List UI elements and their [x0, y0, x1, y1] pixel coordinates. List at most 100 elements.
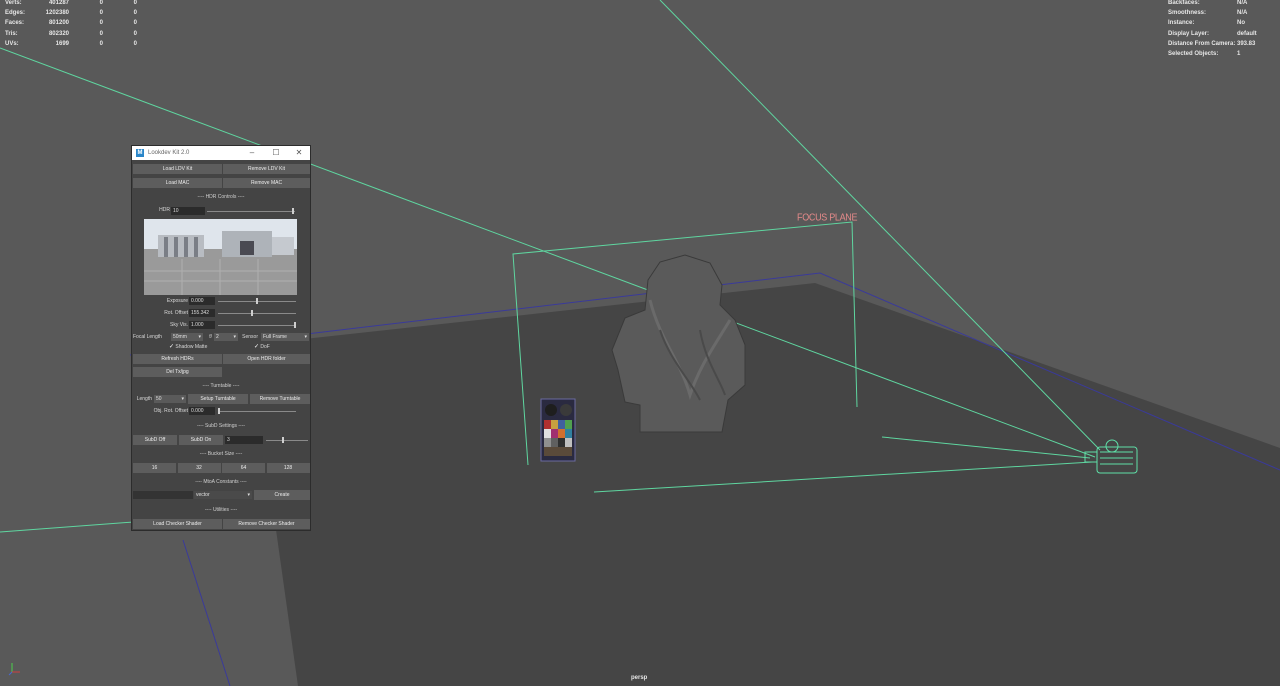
hud-stat-label: Verts:: [5, 0, 22, 6]
hud-stat-v1: 802320: [48, 30, 69, 37]
minimize-icon[interactable]: –: [240, 146, 264, 160]
exposure-slider-handle[interactable]: [256, 298, 258, 304]
checkmark-icon: ✓: [254, 344, 260, 350]
subd-settings-heading: ---- SubD Settings ----: [196, 423, 246, 429]
hud-detail-row: Display Layer: default: [1168, 29, 1273, 39]
hud-detail-val: 393.83: [1237, 40, 1256, 47]
hud-stat-row: Edges: 1202380 0 0: [5, 8, 137, 18]
chevron-down-icon: ▾: [304, 334, 307, 340]
obj-rot-offset-slider-handle[interactable]: [218, 408, 220, 414]
shadow-matte-checkbox[interactable]: ✓ Shadow Matte: [169, 344, 207, 350]
hdr-slider-handle[interactable]: [292, 208, 294, 214]
sky-vis-slider-handle[interactable]: [294, 322, 296, 328]
create-constant-button[interactable]: Create: [254, 490, 310, 500]
hud-detail-label: Smoothness:: [1168, 10, 1207, 17]
sky-vis-slider-track[interactable]: [218, 325, 296, 326]
length-label: Length: [136, 396, 152, 402]
bucket-size-button-64[interactable]: 64: [222, 463, 265, 473]
fstop-value: 2: [216, 334, 219, 340]
subd-level-field[interactable]: 3: [225, 436, 263, 444]
checkmark-icon: ✓: [169, 344, 175, 350]
hud-stat-label: Faces:: [5, 20, 25, 27]
remove-turntable-button[interactable]: Remove Turntable: [250, 394, 310, 404]
maya-logo-icon: M: [136, 149, 144, 157]
hud-stat-v1: 401287: [48, 0, 69, 6]
hud-detail-val: default: [1237, 30, 1257, 37]
mtoa-constant-name-field[interactable]: [133, 491, 193, 499]
subd-level-slider-track[interactable]: [266, 440, 308, 441]
hud-stat-v2: 0: [99, 20, 103, 27]
bucket-size-button-32[interactable]: 32: [177, 463, 221, 473]
fstop-dropdown[interactable]: 2 ▾: [214, 333, 238, 341]
hud-detail-label: Backfaces:: [1168, 0, 1200, 6]
remove-ldv-kit-button[interactable]: Remove LDV Kit: [223, 164, 310, 174]
rot-offset-slider-track[interactable]: [218, 313, 296, 314]
rot-offset-slider-handle[interactable]: [250, 310, 253, 316]
hdr-field[interactable]: 10: [171, 207, 205, 215]
lookdev-kit-window: M Lookdev Kit 2.0 – ☐ ✕ Load LDV Kit Rem…: [131, 145, 311, 531]
focus-plane-label: FOCUS PLANE: [797, 211, 858, 223]
close-icon[interactable]: ✕: [287, 146, 311, 160]
hud-stat-v3: 0: [133, 40, 137, 47]
sensor-label: Sensor: [242, 334, 258, 340]
remove-mac-button[interactable]: Remove MAC: [223, 178, 310, 188]
hud-stat-row: Verts: 401287 0 0: [5, 0, 137, 8]
hud-stat-v3: 0: [133, 30, 137, 37]
bucket-size-button-16[interactable]: 16: [133, 463, 176, 473]
focal-length-dropdown[interactable]: 50mm ▾: [171, 333, 203, 341]
chevron-down-icon: ▾: [181, 396, 184, 402]
hud-stat-v1: 1202380: [45, 10, 69, 17]
hud-stat-row: Faces: 801200 0 0: [5, 18, 137, 28]
subd-level-slider-handle[interactable]: [282, 437, 284, 443]
rot-offset-label: Rot. Offset: [164, 310, 188, 316]
load-ldv-kit-button[interactable]: Load LDV Kit: [133, 164, 222, 174]
rot-offset-field[interactable]: 155.342: [189, 309, 215, 317]
hud-detail-row: Selected Objects: 1: [1168, 49, 1273, 59]
dof-checkbox[interactable]: ✓ DoF: [254, 344, 270, 350]
window-titlebar[interactable]: M Lookdev Kit 2.0 – ☐ ✕: [132, 146, 310, 160]
focal-length-label: Focal Length: [133, 334, 162, 340]
hud-detail-label: Distance From Camera:: [1168, 40, 1236, 47]
del-tx-jpg-button[interactable]: Del Tx/jpg: [133, 367, 222, 377]
hud-stat-v2: 0: [99, 10, 103, 17]
bucket-size-heading: ---- Bucket Size ----: [199, 451, 243, 457]
hud-detail-val: 1: [1237, 51, 1241, 58]
ground-plane: [250, 283, 1280, 686]
hdr-controls-heading: ---- HDR Controls ----: [197, 194, 245, 200]
hud-detail-row: Distance From Camera: 393.83: [1168, 39, 1273, 49]
color-checker-chart: [540, 398, 576, 462]
obj-rot-offset-slider-track[interactable]: [218, 411, 296, 412]
maximize-icon[interactable]: ☐: [264, 146, 288, 160]
hud-stat-v3: 0: [133, 0, 137, 6]
open-hdr-folder-button[interactable]: Open HDR folder: [223, 354, 310, 364]
hud-detail-label: Display Layer:: [1168, 30, 1210, 37]
dof-label: DoF: [260, 344, 270, 350]
hud-stat-row: Tris: 802320 0 0: [5, 29, 137, 39]
exposure-field[interactable]: 0.000: [189, 297, 215, 305]
sky-vis-field[interactable]: 1.000: [189, 321, 215, 329]
mtoa-type-dropdown[interactable]: vector ▾: [194, 491, 252, 499]
hdr-preview-image[interactable]: [144, 219, 297, 295]
obj-rot-offset-field[interactable]: 0.000: [189, 407, 215, 415]
mtoa-constants-heading: ---- MtoA Constants ----: [195, 479, 247, 485]
chevron-down-icon: ▾: [233, 334, 236, 340]
setup-turntable-button[interactable]: Setup Turntable: [188, 394, 248, 404]
load-checker-shader-button[interactable]: Load Checker Shader: [133, 519, 222, 529]
mtoa-type-value: vector: [196, 492, 210, 498]
hdr-slider-track[interactable]: [207, 211, 295, 212]
hud-detail-val: N/A: [1237, 10, 1248, 17]
poly-count-hud: Verts: 401287 0 0 Edges: 1202380 0 0 Faces: 80120…: [5, 0, 137, 49]
subd-off-button[interactable]: SubD Off: [133, 435, 177, 445]
grid-border-left: [182, 539, 231, 686]
load-mac-button[interactable]: Load MAC: [133, 178, 222, 188]
bucket-size-button-128[interactable]: 128: [266, 463, 310, 473]
refresh-hdrs-button[interactable]: Refresh HDRs: [133, 354, 222, 364]
fstop-label: f/: [209, 334, 212, 340]
length-dropdown[interactable]: 50 ▾: [154, 395, 186, 403]
remove-checker-shader-button[interactable]: Remove Checker Shader: [223, 519, 310, 529]
sensor-dropdown[interactable]: Full Frame ▾: [261, 333, 309, 341]
focal-length-value: 50mm: [173, 334, 187, 340]
hud-detail-label: Instance:: [1168, 20, 1195, 27]
hud-stat-label: UVs:: [5, 40, 19, 47]
subd-on-button[interactable]: SubD On: [179, 435, 223, 445]
